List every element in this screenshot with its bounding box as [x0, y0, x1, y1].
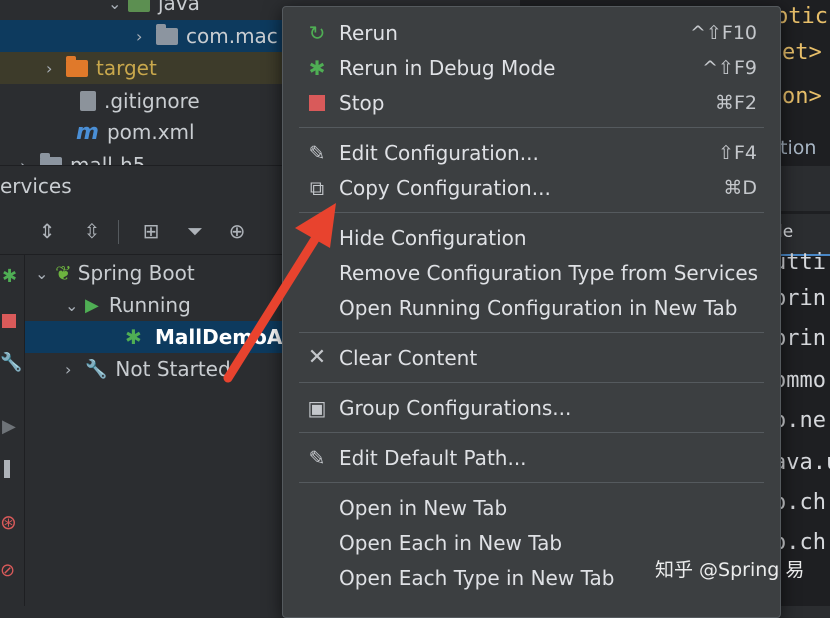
arrow-shaft: [223, 223, 327, 383]
annotation-arrow: [223, 203, 336, 383]
watermark: 知乎 @Spring 易: [655, 559, 805, 581]
